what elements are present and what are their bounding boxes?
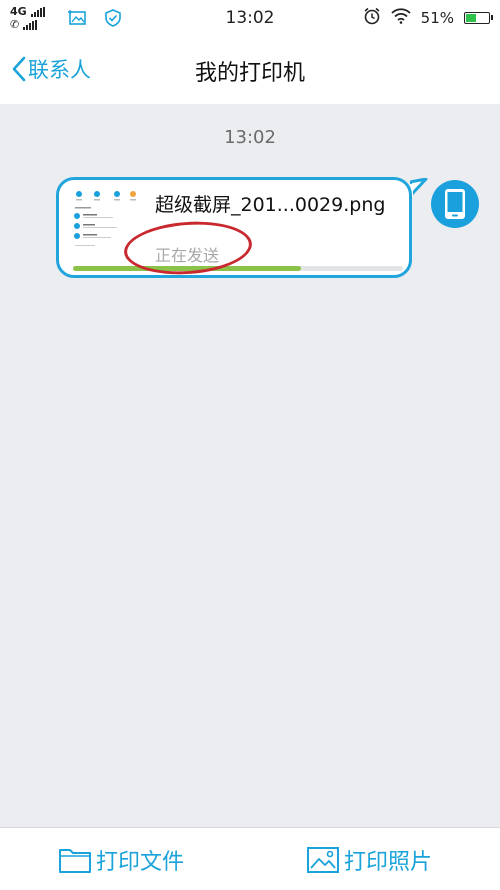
battery-fill <box>466 14 477 22</box>
bubble-tail <box>410 178 428 196</box>
folder-icon <box>59 849 91 873</box>
page-title: 我的打印机 <box>194 61 305 86</box>
file-name: 超级截屏_201...0029.png <box>155 194 386 216</box>
alarm-icon <box>363 7 381 29</box>
print-file-label: 打印文件 <box>96 850 185 875</box>
phone-icon <box>445 189 465 219</box>
avatar[interactable] <box>431 180 479 228</box>
status-bar: 4G ✆ 13:02 51% <box>0 0 500 36</box>
chat-timestamp: 13:02 <box>224 127 276 148</box>
image-icon <box>307 847 339 873</box>
wifi-icon <box>391 8 411 28</box>
print-photo-label: 打印照片 <box>344 850 433 875</box>
status-right: 51% <box>363 7 493 29</box>
upload-progress-bar <box>73 266 403 271</box>
battery-icon <box>464 12 493 24</box>
print-file-button[interactable]: 打印文件 <box>58 844 184 876</box>
nav-bar: 联系人 我的打印机 <box>0 36 500 104</box>
print-photo-button[interactable]: 打印照片 <box>306 844 432 876</box>
battery-percent: 51% <box>420 9 454 27</box>
bottom-bar: 打印文件 打印照片 <box>0 827 500 890</box>
